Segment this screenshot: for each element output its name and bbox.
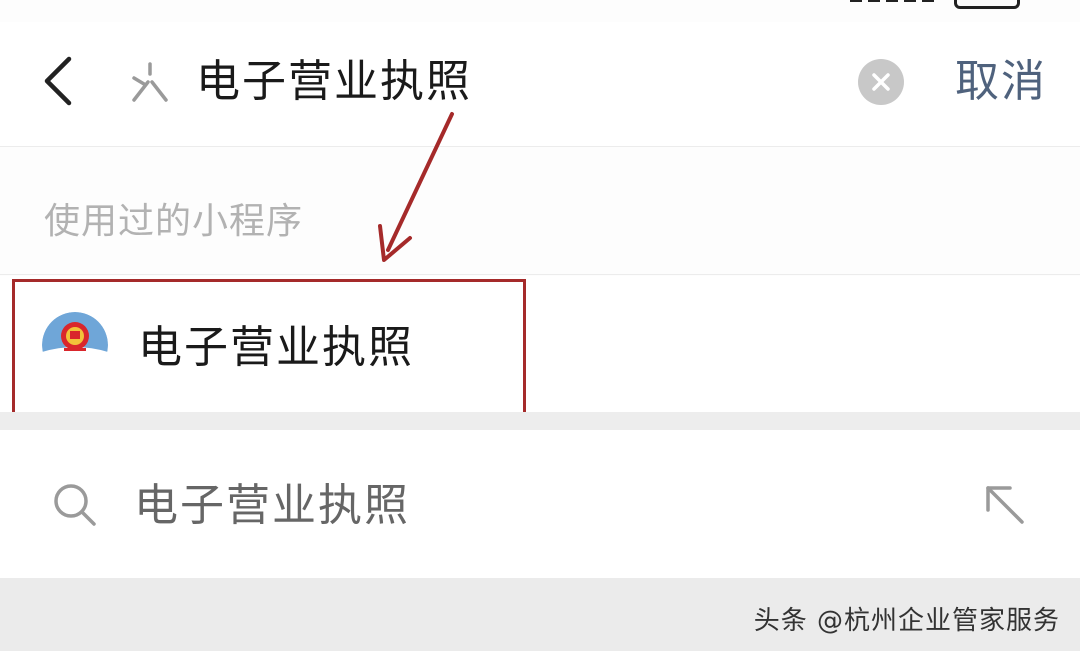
magnifier-icon bbox=[54, 484, 96, 526]
miniprogram-result-item[interactable]: 电子营业执照 bbox=[0, 276, 1080, 417]
section-title-used-miniprograms: 使用过的小程序 bbox=[44, 201, 304, 242]
status-indicators bbox=[850, 0, 1020, 9]
chevron-left-icon bbox=[44, 56, 72, 106]
search-icon bbox=[132, 62, 168, 102]
suggestion-text: 电子营业执照 bbox=[134, 480, 410, 531]
watermark-text: 头条 @杭州企业管家服务 bbox=[753, 606, 1060, 636]
search-header: 电子营业执照 取消 bbox=[0, 22, 1080, 147]
section-divider bbox=[0, 274, 1080, 275]
clear-search-button[interactable] bbox=[858, 59, 904, 105]
back-button[interactable] bbox=[28, 46, 88, 116]
wechat-search-screen: 电子营业执照 取消 使用过的小程序 电子营业执照 电子营业执照 头条 @杭州企业… bbox=[0, 0, 1080, 651]
annotation-highlight-box bbox=[12, 279, 526, 417]
battery-icon bbox=[954, 0, 1020, 9]
arrow-up-left-icon[interactable] bbox=[982, 482, 1028, 528]
section-separator bbox=[0, 412, 1080, 430]
close-icon bbox=[872, 73, 890, 91]
search-input[interactable]: 电子营业执照 bbox=[196, 52, 472, 112]
signal-icon bbox=[850, 0, 940, 2]
search-suggestion-item[interactable]: 电子营业执照 bbox=[0, 430, 1080, 578]
status-bar bbox=[0, 0, 1080, 22]
bottom-area: 头条 @杭州企业管家服务 bbox=[0, 578, 1080, 651]
cancel-button[interactable]: 取消 bbox=[955, 52, 1047, 112]
